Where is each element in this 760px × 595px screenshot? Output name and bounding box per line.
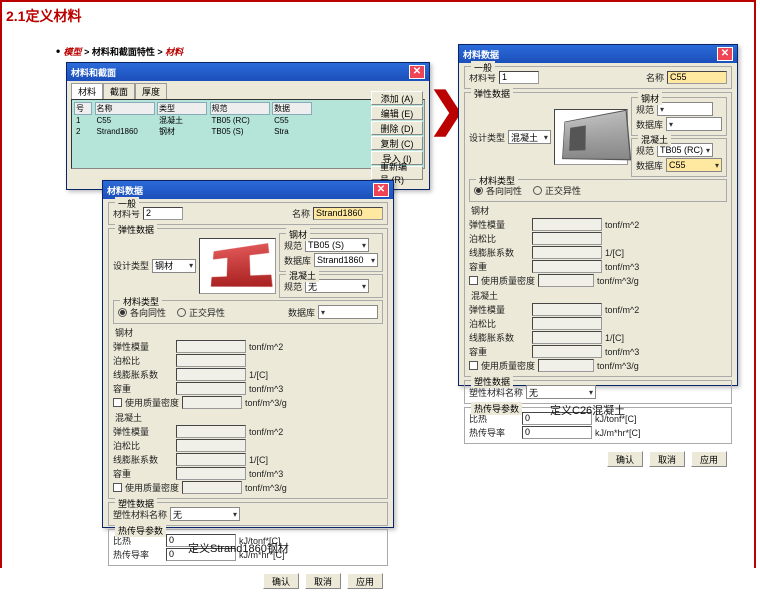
- close-icon[interactable]: ✕: [717, 47, 733, 61]
- window-title: 材料和截面: [71, 66, 116, 79]
- material-data-window-strand: 材料数据✕ 一般 材料号2 名称Strand1860 弹性数据 设计类型 钢材 …: [102, 180, 394, 528]
- isotropic-radio[interactable]: [474, 186, 483, 195]
- ok-button[interactable]: 确认: [263, 573, 299, 589]
- design-type-select[interactable]: 混凝土: [508, 130, 551, 144]
- use-mass-check[interactable]: [113, 398, 122, 407]
- use-mass-check[interactable]: [469, 276, 478, 285]
- concrete-db-select[interactable]: C55: [666, 158, 722, 172]
- renumber-button[interactable]: 重新编号 (R): [371, 166, 423, 180]
- window-title: 材料数据: [107, 184, 143, 197]
- apply-button[interactable]: 应用: [347, 573, 383, 589]
- tab-thickness[interactable]: 厚度: [135, 83, 167, 99]
- table-row[interactable]: 2 Strand1860 钢材 TB05 (S) Stra: [74, 126, 422, 137]
- copy-button[interactable]: 复制 (C): [371, 136, 423, 150]
- edit-button[interactable]: 编辑 (E): [371, 106, 423, 120]
- add-button[interactable]: 添加 (A): [371, 91, 423, 105]
- material-data-window-concrete: 材料数据✕ 一般 材料号1 名称C55 弹性数据 设计类型 混凝土 钢材 规范 …: [458, 44, 738, 386]
- section-heading: 2.1定义材料: [2, 2, 754, 26]
- orthotropic-radio[interactable]: [177, 308, 186, 317]
- plastic-material-select[interactable]: 无: [526, 385, 596, 399]
- steel-standard-select[interactable]: TB05 (S): [305, 238, 369, 252]
- material-name-field[interactable]: Strand1860: [313, 207, 383, 220]
- orthotropic-radio[interactable]: [533, 186, 542, 195]
- delete-button[interactable]: 删除 (D): [371, 121, 423, 135]
- caption-strand: 定义Strand1860钢材: [188, 540, 289, 556]
- window-title: 材料数据: [463, 48, 499, 61]
- isotropic-radio[interactable]: [118, 308, 127, 317]
- preview-icon: [199, 238, 276, 294]
- apply-button[interactable]: 应用: [691, 451, 727, 467]
- plastic-material-select[interactable]: 无: [170, 507, 240, 521]
- cancel-button[interactable]: 取消: [305, 573, 341, 589]
- cancel-button[interactable]: 取消: [649, 451, 685, 467]
- design-type-select[interactable]: 钢材: [152, 259, 196, 273]
- steel-db-select[interactable]: Strand1860: [314, 253, 378, 267]
- breadcrumb-path: 材料和截面特性: [92, 47, 155, 57]
- conductivity-field[interactable]: 0: [522, 426, 592, 439]
- breadcrumb-leaf: 材料: [165, 47, 183, 57]
- tab-section[interactable]: 截面: [103, 83, 135, 99]
- table-row[interactable]: 1 C55 混凝土 TB05 (RC) C55: [74, 115, 422, 126]
- tab-material[interactable]: 材料: [71, 83, 103, 99]
- breadcrumb-model: 模型: [64, 47, 82, 57]
- material-id-field[interactable]: 2: [143, 207, 183, 220]
- material-id-field[interactable]: 1: [499, 71, 539, 84]
- caption-concrete: 定义C26混凝土: [550, 402, 625, 418]
- close-icon[interactable]: ✕: [409, 65, 425, 79]
- close-icon[interactable]: ✕: [373, 183, 389, 197]
- ok-button[interactable]: 确认: [607, 451, 643, 467]
- materials-sections-window: 材料和截面 ✕ 材料 截面 厚度 号 名称 类型 规范 数据 1 C55 混凝土…: [66, 62, 430, 190]
- preview-icon: [554, 109, 628, 165]
- titlebar: 材料和截面 ✕: [67, 63, 429, 81]
- material-name-field[interactable]: C55: [667, 71, 727, 84]
